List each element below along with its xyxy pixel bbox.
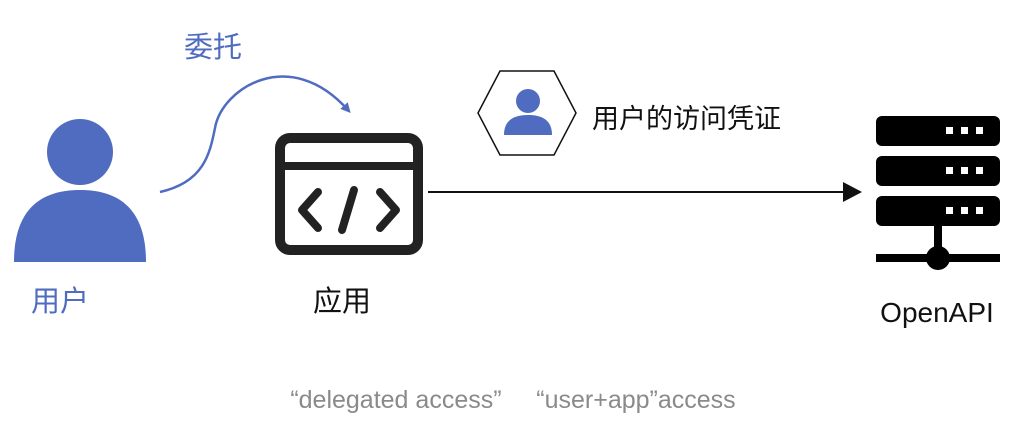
- credential-label: 用户的访问凭证: [592, 104, 781, 135]
- user-hexagon-icon: [477, 70, 577, 156]
- openapi-label: OpenAPI: [880, 297, 994, 328]
- app-label: 应用: [312, 284, 371, 318]
- diagram-canvas: [14, 70, 1000, 270]
- server-rack-icon: [876, 116, 1000, 270]
- code-window-icon: [275, 133, 423, 255]
- delegation-label: 委托: [184, 30, 243, 64]
- person-icon: [14, 119, 146, 262]
- access-arrowhead: [843, 182, 862, 202]
- footer-caption: “delegated access” “user+app”access: [290, 386, 736, 414]
- user-label: 用户: [30, 284, 89, 318]
